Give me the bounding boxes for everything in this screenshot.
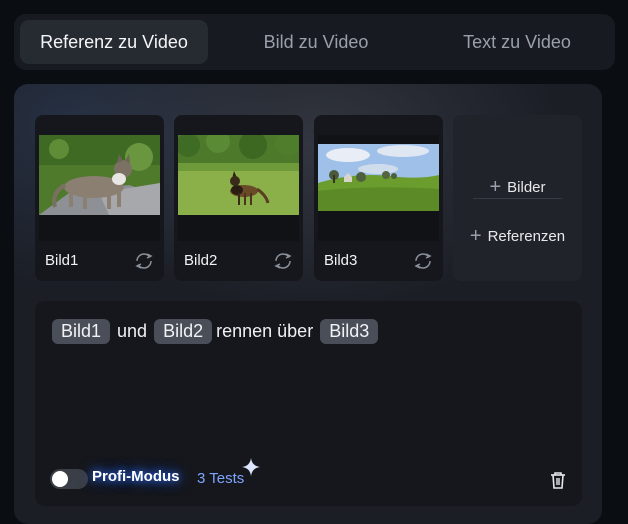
reference-card-1[interactable]: Bild1	[35, 115, 164, 281]
add-images-label: Bilder	[507, 178, 546, 196]
add-images-button[interactable]: + Bilder	[453, 167, 582, 207]
divider	[473, 198, 562, 199]
reference-chip-2[interactable]: Bild2	[154, 319, 213, 344]
add-references-button[interactable]: + Referenzen	[453, 216, 582, 256]
swap-icon[interactable]	[134, 251, 154, 271]
plus-icon: +	[469, 225, 482, 247]
reference-panel: Bild1 Bild2 Bild3 + Bilder + Referenzen …	[14, 84, 602, 524]
add-card: + Bilder + Referenzen	[453, 115, 582, 281]
tests-count: 3 Tests	[197, 470, 245, 487]
prompt-box[interactable]: Bild1 und Bild2 rennen über Bild3 Profi-…	[35, 301, 582, 506]
pro-mode-label[interactable]: Profi-Modus	[92, 468, 180, 485]
swap-icon[interactable]	[273, 251, 293, 271]
reference-image-2	[178, 135, 299, 241]
tab-reference-to-video[interactable]: Referenz zu Video	[20, 20, 208, 64]
reference-label-1: Bild1	[45, 252, 79, 269]
pro-mode-toggle[interactable]	[50, 469, 88, 489]
reference-label-3: Bild3	[324, 252, 358, 269]
toggle-knob	[52, 471, 68, 487]
prompt-text[interactable]: Bild1 und Bild2 rennen über Bild3	[52, 319, 379, 344]
plus-icon: +	[489, 176, 502, 198]
trash-icon[interactable]	[547, 469, 569, 491]
prompt-word-1: und	[117, 321, 148, 341]
reference-image-1	[39, 135, 160, 241]
prompt-word-2: rennen über	[216, 321, 314, 341]
reference-card-2[interactable]: Bild2	[174, 115, 303, 281]
tab-text-to-video[interactable]: Text zu Video	[424, 20, 610, 64]
reference-label-2: Bild2	[184, 252, 218, 269]
sparkle-icon	[242, 458, 260, 476]
reference-chip-3[interactable]: Bild3	[320, 319, 379, 344]
reference-chip-1[interactable]: Bild1	[52, 319, 111, 344]
tab-image-to-video[interactable]: Bild zu Video	[208, 20, 424, 64]
mode-tabbar: Referenz zu Video Bild zu Video Text zu …	[14, 14, 615, 70]
reference-image-3	[318, 135, 439, 241]
add-references-label: Referenzen	[487, 227, 566, 245]
reference-card-3[interactable]: Bild3	[314, 115, 443, 281]
swap-icon[interactable]	[413, 251, 433, 271]
